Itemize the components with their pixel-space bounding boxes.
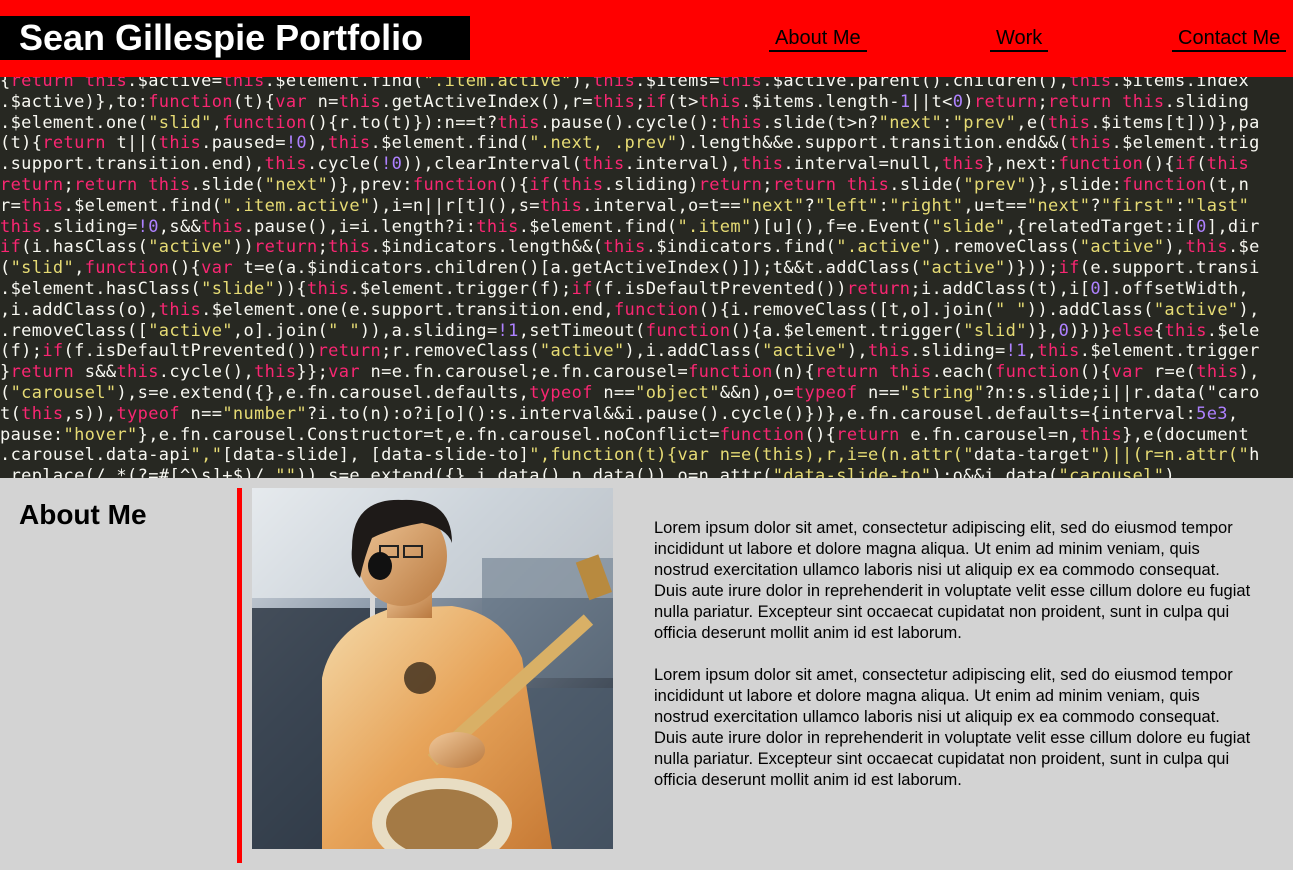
profile-photo — [252, 488, 613, 849]
code-line: }return s&&this.cycle(),this}};var n=e.f… — [0, 362, 1260, 383]
code-line: (f);if(f.isDefaultPrevented())return;r.r… — [0, 341, 1260, 362]
code-line: r=this.$element.find(".item.active"),i=n… — [0, 195, 1250, 216]
code-line: .$element.hasClass("slide")){this.$eleme… — [0, 278, 1250, 299]
code-line: this.sliding=!0,s&&this.pause(),i=i.leng… — [0, 216, 1260, 237]
about-paragraph-2: Lorem ipsum dolor sit amet, consectetur … — [654, 666, 1251, 789]
about-paragraph-1: Lorem ipsum dolor sit amet, consectetur … — [654, 519, 1251, 642]
nav-link-work[interactable]: Work — [990, 26, 1049, 52]
code-line: ,i.addClass(o),this.$element.one(e.suppo… — [0, 299, 1260, 320]
code-line: .carousel.data-api","[data-slide], [data… — [0, 445, 1260, 466]
code-line: .replace(/.*(?=#[^\s]+$)/,"")),s=e.exten… — [0, 466, 1175, 478]
hero-code-banner: {return this.$active=this.$element.find(… — [0, 77, 1293, 478]
nav-link-contact-me[interactable]: Contact Me — [1172, 26, 1287, 52]
code-line: .removeClass(["active",o].join(" ")),a.s… — [0, 320, 1260, 341]
section-divider — [237, 488, 242, 863]
code-line: {return this.$active=this.$element.find(… — [0, 77, 1250, 91]
about-section: About Me Lorem ipsum dolor sit amet, con… — [0, 478, 1293, 870]
code-line: pause:"hover"},e.fn.carousel.Constructor… — [0, 424, 1250, 445]
nav-link-about-me[interactable]: About Me — [769, 26, 867, 52]
code-line: ("carousel"),s=e.extend({},e.fn.carousel… — [0, 382, 1260, 403]
code-line: t(this,s)),typeof n=="number"?i.to(n):o?… — [0, 403, 1239, 424]
site-title: Sean Gillespie Portfolio — [0, 16, 470, 60]
code-line: .$element.one("slid",function(){r.to(t)}… — [0, 112, 1260, 133]
about-text: Lorem ipsum dolor sit amet, consectetur … — [654, 518, 1254, 812]
code-background-image: {return this.$active=this.$element.find(… — [0, 77, 1260, 478]
code-line: .support.transition.end),this.cycle(!0))… — [0, 154, 1250, 175]
code-line: .$active)},to:function(t){var n=this.get… — [0, 91, 1250, 112]
about-heading: About Me — [19, 499, 147, 530]
code-line: (t){return t||(this.paused=!0),this.$ele… — [0, 133, 1260, 154]
site-header: Sean Gillespie Portfolio About Me Work C… — [0, 0, 1293, 77]
code-line: if(i.hasClass("active"))return;this.$ind… — [0, 237, 1260, 258]
code-line: return;return this.slide("next")},prev:f… — [0, 174, 1250, 195]
code-line: ("slid",function(){var t=e(a.$indicators… — [0, 258, 1260, 279]
